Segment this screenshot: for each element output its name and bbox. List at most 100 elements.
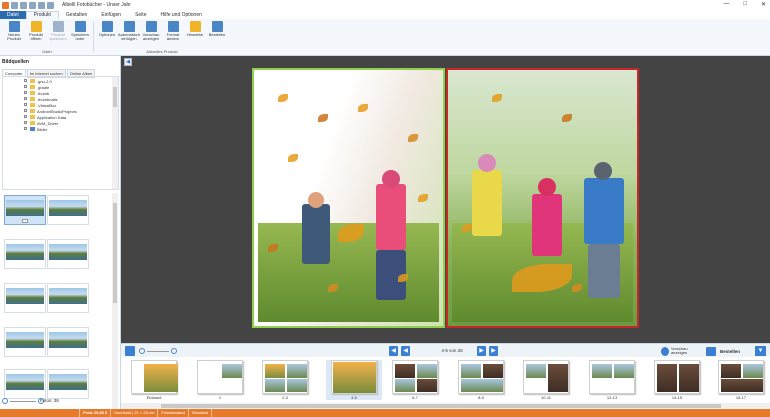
expand-icon[interactable] bbox=[24, 97, 27, 100]
options-icon bbox=[101, 21, 113, 32]
photo-thumbnail[interactable] bbox=[47, 369, 89, 399]
order-button[interactable]: Bestellen bbox=[706, 345, 751, 357]
scrollbar-thumb[interactable] bbox=[113, 203, 117, 303]
left-page[interactable] bbox=[252, 68, 445, 328]
photo[interactable] bbox=[258, 74, 439, 322]
photo bbox=[417, 379, 437, 392]
spread-thumbnail[interactable]: Einband bbox=[130, 360, 178, 400]
image-sources-panel: Bildquellen Computer Im Internet suchen … bbox=[0, 56, 121, 415]
expand-icon[interactable] bbox=[24, 127, 27, 130]
photo-leaf bbox=[562, 114, 572, 122]
fit-to-screen-icon[interactable] bbox=[125, 346, 135, 356]
minimize-button[interactable]: — bbox=[723, 1, 729, 8]
photo-thumbnail[interactable] bbox=[4, 327, 46, 357]
spread-thumbnail[interactable]: 14-15 bbox=[653, 360, 701, 400]
open-product-button[interactable]: Produkt öffnen bbox=[25, 20, 47, 48]
tab-produkt[interactable]: Produkt bbox=[25, 11, 59, 19]
scrollbar-thumb[interactable] bbox=[113, 87, 117, 107]
spread-thumbnail[interactable]: 6-7 bbox=[391, 360, 439, 400]
format-button[interactable]: Format ändern bbox=[162, 20, 184, 48]
auto-insert-button[interactable]: Automatisch einfügen bbox=[118, 20, 140, 48]
warning-icon bbox=[189, 21, 201, 32]
spread-label: 12-13 bbox=[606, 395, 618, 400]
zoom-in-icon[interactable] bbox=[171, 348, 177, 354]
photo bbox=[657, 364, 677, 392]
search-icon[interactable] bbox=[11, 1, 18, 9]
thumbnails-scrollbar[interactable] bbox=[112, 193, 118, 415]
expand-icon[interactable] bbox=[24, 91, 27, 94]
next-page-button[interactable]: ▶ bbox=[477, 346, 486, 356]
expand-icon[interactable] bbox=[24, 115, 27, 118]
expand-icon[interactable] bbox=[24, 79, 27, 82]
photo-child bbox=[472, 170, 502, 236]
status-price: Preis 29,65 € bbox=[80, 409, 112, 417]
spread-thumbnail-selected[interactable]: 4-5 bbox=[326, 360, 382, 400]
tab-datei[interactable]: Datei bbox=[0, 11, 26, 19]
page-thumbnail bbox=[718, 360, 764, 394]
spread-thumbnail[interactable]: 10-11 bbox=[522, 360, 570, 400]
page-thumbnail bbox=[331, 360, 377, 394]
photo bbox=[222, 364, 242, 378]
spread-thumbnail[interactable]: 2-3 bbox=[261, 360, 309, 400]
photo-child bbox=[538, 178, 556, 196]
zoom-out-icon[interactable] bbox=[2, 398, 8, 404]
photo bbox=[6, 332, 44, 348]
photo-thumbnail[interactable] bbox=[4, 195, 46, 225]
collapse-panel-button[interactable]: ◀ bbox=[124, 58, 132, 66]
save-as-button[interactable]: Speichern unter bbox=[69, 20, 91, 48]
print-icon[interactable] bbox=[29, 1, 36, 9]
close-button[interactable]: ✕ bbox=[761, 1, 766, 8]
spread-thumbnail[interactable]: 1 bbox=[196, 360, 244, 400]
spread-thumbnail[interactable]: 8-9 bbox=[457, 360, 505, 400]
photo-thumbnail[interactable] bbox=[4, 283, 46, 313]
photo bbox=[6, 200, 44, 216]
save-icon[interactable] bbox=[20, 1, 27, 9]
redo-icon[interactable] bbox=[47, 1, 54, 9]
expand-icon[interactable] bbox=[24, 109, 27, 112]
order-button[interactable]: Bestellen bbox=[206, 20, 228, 48]
photo-thumbnail[interactable] bbox=[4, 369, 46, 399]
last-page-button[interactable]: ▶ bbox=[489, 346, 498, 356]
toggle-strip-button[interactable]: ▼ bbox=[755, 346, 766, 356]
expand-icon[interactable] bbox=[24, 103, 27, 106]
photo-child bbox=[478, 154, 496, 172]
spread-thumbnail[interactable]: 16-17 bbox=[717, 360, 765, 400]
tree-scrollbar[interactable] bbox=[112, 77, 118, 189]
app-icon[interactable] bbox=[2, 1, 9, 9]
editor-canvas: ◀ bbox=[121, 56, 770, 343]
cart-icon bbox=[211, 21, 223, 32]
zoom-slider[interactable] bbox=[10, 400, 36, 402]
tab-hilfe[interactable]: Hilfe und Optionen bbox=[153, 11, 208, 19]
tab-einfuegen[interactable]: Einfügen bbox=[94, 11, 128, 19]
quick-access-toolbar bbox=[0, 0, 56, 10]
photo-thumbnail[interactable] bbox=[47, 195, 89, 225]
expand-icon[interactable] bbox=[24, 121, 27, 124]
status-format: Hochkant | 21 × 28 cm bbox=[111, 409, 159, 417]
spread-thumbnail[interactable]: 12-13 bbox=[588, 360, 636, 400]
photo-thumbnail[interactable] bbox=[47, 283, 89, 313]
undo-icon[interactable] bbox=[38, 1, 45, 9]
maximize-button[interactable]: □ bbox=[743, 1, 747, 8]
zoom-out-icon[interactable] bbox=[139, 348, 145, 354]
tab-gestalten[interactable]: Gestalten bbox=[59, 11, 94, 19]
photo-thumbnail[interactable] bbox=[47, 239, 89, 269]
preview-button[interactable]: Vorschau anzeigen bbox=[661, 345, 701, 357]
save-product-button[interactable]: Produkt speichern bbox=[47, 20, 69, 48]
photo-thumbnail[interactable] bbox=[47, 327, 89, 357]
preview-button[interactable]: Vorschau anzeigen bbox=[140, 20, 162, 48]
hints-button[interactable]: Hinweise bbox=[184, 20, 206, 48]
new-product-button[interactable]: Neues Produkt bbox=[3, 20, 25, 48]
previous-page-button[interactable]: ◀ bbox=[401, 346, 410, 356]
spread-label: Einband bbox=[146, 395, 162, 400]
first-page-button[interactable]: ◀ bbox=[389, 346, 398, 356]
photo[interactable] bbox=[452, 74, 633, 322]
photo-thumbnail[interactable] bbox=[4, 239, 46, 269]
tree-item[interactable]: Bilder bbox=[24, 126, 47, 132]
expand-icon[interactable] bbox=[24, 85, 27, 88]
scrollbar-thumb[interactable] bbox=[161, 404, 721, 408]
dropdown-icon[interactable] bbox=[22, 219, 28, 223]
zoom-slider[interactable] bbox=[147, 350, 169, 352]
right-page[interactable] bbox=[446, 68, 639, 328]
options-button[interactable]: Optionen bbox=[96, 20, 118, 48]
tab-seite[interactable]: Seite bbox=[128, 11, 153, 19]
